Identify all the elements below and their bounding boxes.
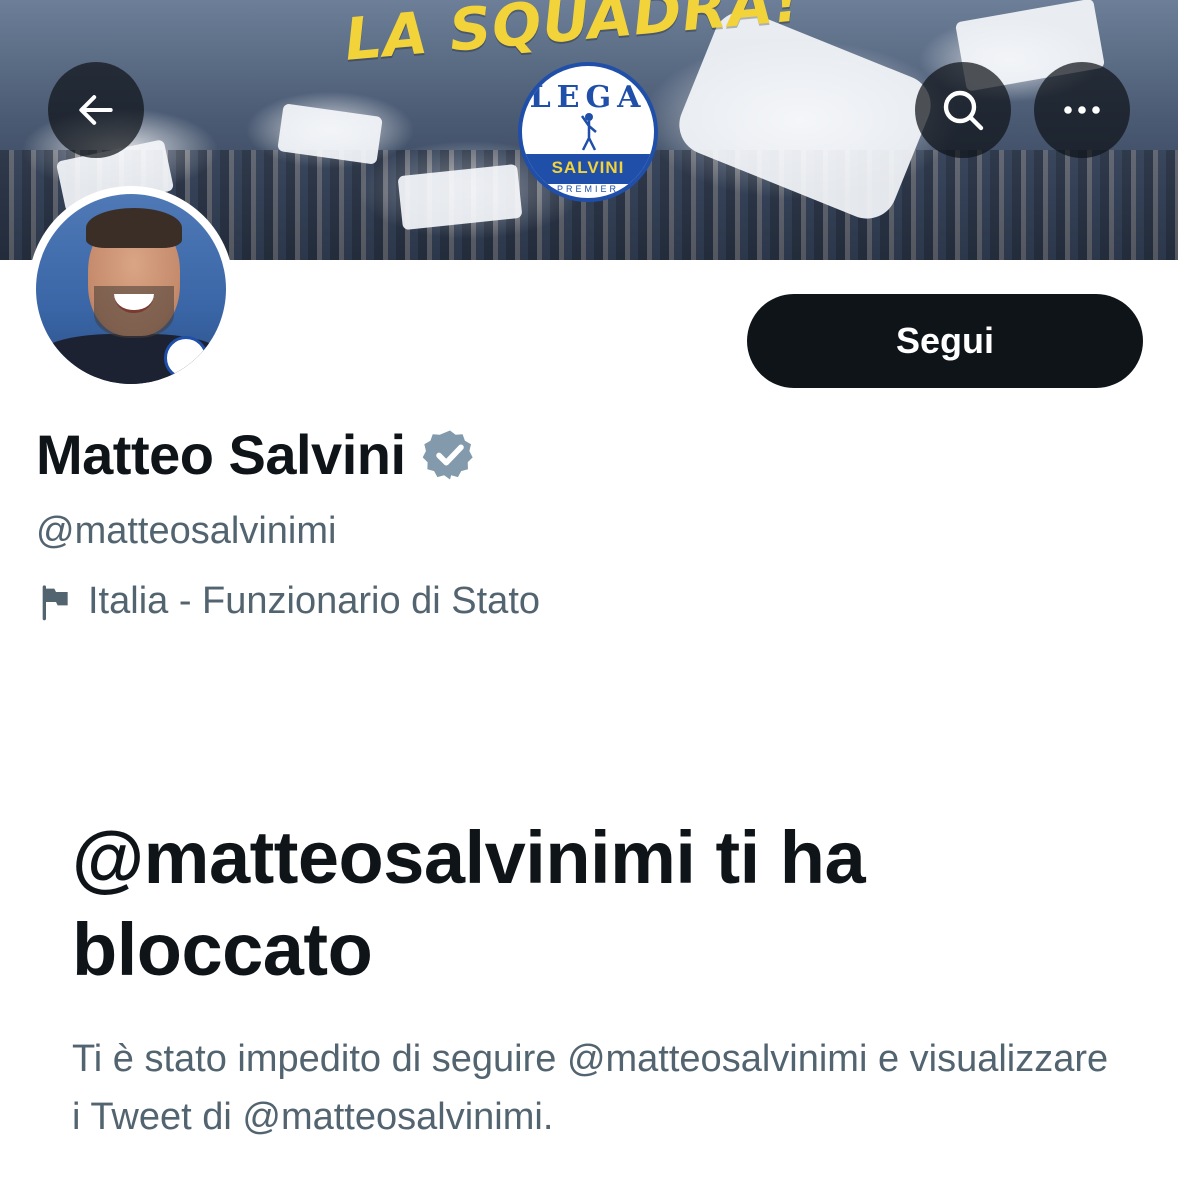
avatar-lega-badge	[164, 336, 208, 380]
back-button[interactable]	[48, 62, 144, 158]
profile-display-name: Matteo Salvini	[36, 423, 406, 486]
search-button[interactable]	[915, 62, 1011, 158]
logo-top-text: LEGA	[529, 80, 647, 115]
avatar-hair	[86, 208, 182, 248]
follow-button[interactable]: Segui	[747, 294, 1143, 388]
profile-bio-text: Italia - Funzionario di Stato	[88, 580, 541, 622]
flag-icon	[42, 584, 68, 620]
blocked-title: @matteosalvinimi ti ha bloccato	[72, 816, 866, 991]
party-logo: LEGA SALVINI PREMIER	[518, 62, 658, 202]
warrior-figure-icon	[580, 113, 597, 151]
search-icon	[943, 90, 984, 131]
blocked-description: Ti è stato impedito di seguire @matteosa…	[72, 1038, 1109, 1138]
logo-bottom-text: PREMIER	[556, 184, 619, 194]
avatar-photo	[36, 194, 226, 384]
logo-band-text: SALVINI	[551, 158, 625, 177]
more-horizontal-icon	[1064, 106, 1100, 114]
profile-bio: Italia - Funzionario di Stato	[36, 580, 540, 623]
profile-name-row: Matteo Salvini	[36, 422, 478, 487]
arrow-left-icon	[79, 95, 113, 125]
more-options-button[interactable]	[1034, 62, 1130, 158]
verified-badge-icon[interactable]	[422, 427, 478, 483]
profile-avatar[interactable]	[28, 186, 234, 392]
profile-handle: @matteosalvinimi	[36, 510, 337, 552]
